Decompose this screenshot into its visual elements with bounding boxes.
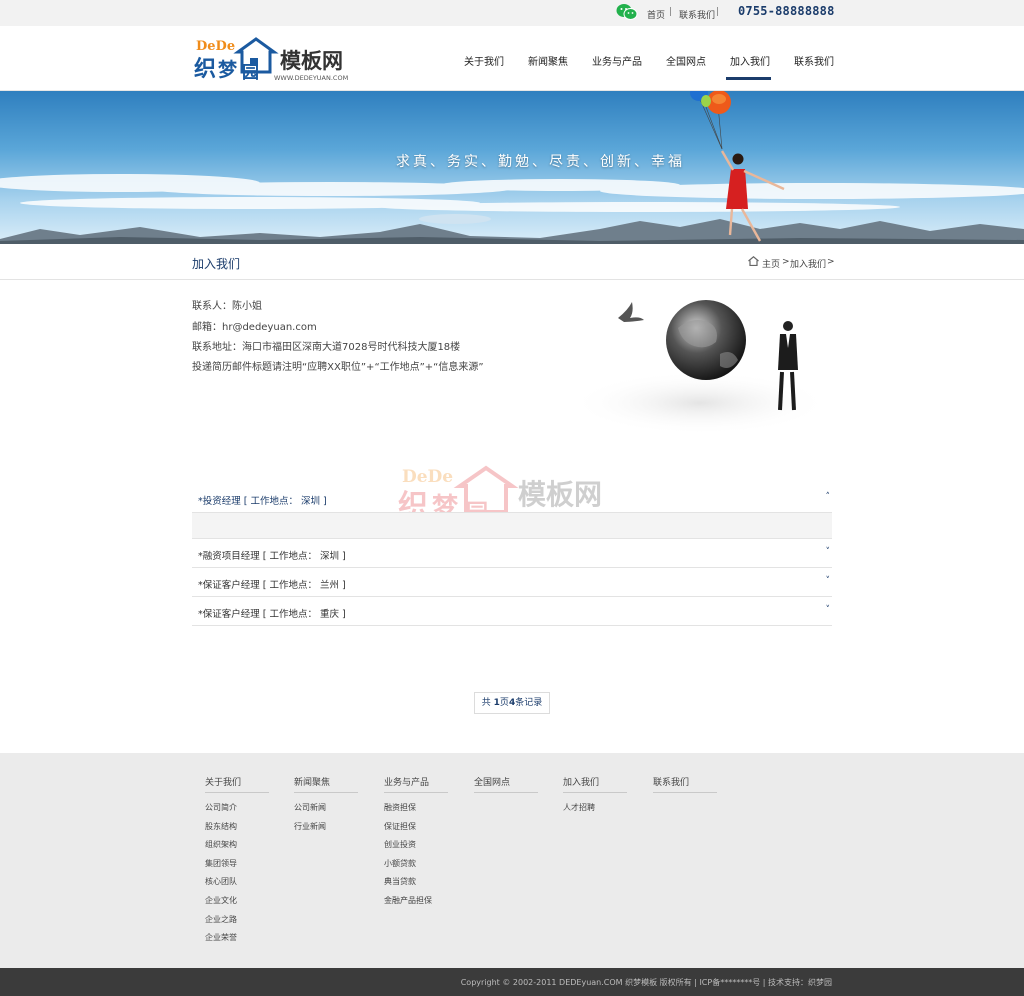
job-title: *保证客户经理 [ 工作地点： 重庆 ] [198,609,346,620]
top-bar: 首页 | 联系我们 | 0755-88888888 [0,0,1024,26]
footer-heading[interactable]: 联系我们 [653,775,717,793]
pagination-summary: 共 1页4条记录 [474,692,550,714]
chevron-up-icon[interactable]: ˄ [826,492,831,502]
footer-column-news: 新闻聚焦 公司新闻 行业新闻 [294,775,358,838]
wechat-icon[interactable] [616,3,638,21]
banner-slogan: 求真、务实、勤勉、尽责、创新、幸福 [396,154,685,170]
job-title: *投资经理 [ 工作地点： 深圳 ] [198,496,327,507]
top-separator: | [716,7,720,17]
page-title: 加入我们 [192,257,241,271]
footer-heading[interactable]: 新闻聚焦 [294,775,358,793]
top-link-contact[interactable]: 联系我们 [679,8,715,21]
svg-text:梦: 梦 [218,58,238,81]
nav-join[interactable]: 加入我们 [730,53,770,68]
footer-link[interactable]: 创业投资 [384,838,448,857]
hero-banner: 求真、务实、勤勉、尽责、创新、幸福 [0,91,1024,244]
footer-link[interactable]: 行业新闻 [294,820,358,839]
site-logo[interactable]: DeDe 织 梦 园 模板网 WWW.DEDEYUAN.COM [194,36,364,82]
contact-address: 联系地址：海口市福田区深南大道7028号时代科技大厦18楼 [192,342,461,353]
footer-link[interactable]: 股东结构 [205,820,269,839]
copyright-text: Copyright © 2002-2011 DEDEyuan.COM 织梦模板 … [460,978,832,987]
footer-link[interactable]: 典当贷款 [384,875,448,894]
footer-heading[interactable]: 全国网点 [474,775,538,793]
job-item[interactable]: *保证客户经理 [ 工作地点： 重庆 ] ˅ [192,597,832,626]
chevron-down-icon[interactable]: ˅ [826,547,831,557]
footer-link[interactable]: 融资担保 [384,801,448,820]
job-item[interactable]: *投资经理 [ 工作地点： 深圳 ] ˄ [192,484,832,513]
footer-link[interactable]: 小额贷款 [384,857,448,876]
footer-column-business: 业务与产品 融资担保 保证担保 创业投资 小额贷款 典当贷款 金融产品担保 [384,775,448,913]
page-title-bar: 加入我们 主页 > 加入我们 > [0,244,1024,280]
site-footer: 关于我们 公司简介 股东结构 组织架构 集团领导 核心团队 企业文化 企业之路 … [0,753,1024,968]
copyright-bar: Copyright © 2002-2011 DEDEyuan.COM 织梦模板 … [0,968,1024,996]
footer-link[interactable]: 集团领导 [205,857,269,876]
job-title: *保证客户经理 [ 工作地点： 兰州 ] [198,580,346,591]
footer-link[interactable]: 金融产品担保 [384,894,448,913]
resume-note: 投递简历邮件标题请注明“应聘XX职位”+“工作地点”+“信息来源” [192,362,484,373]
footer-heading[interactable]: 业务与产品 [384,775,448,793]
breadcrumb-separator: > [782,257,790,267]
svg-text:DeDe: DeDe [196,39,235,54]
nav-contact[interactable]: 联系我们 [794,53,834,68]
nav-business[interactable]: 业务与产品 [592,53,642,68]
globe-businessman-illustration [570,300,830,435]
footer-link[interactable]: 企业文化 [205,894,269,913]
job-title: *融资项目经理 [ 工作地点： 深圳 ] [198,551,346,562]
job-detail-panel [192,513,832,539]
footer-link[interactable]: 企业荣誉 [205,931,269,950]
breadcrumb-separator: > [827,257,835,267]
footer-column-network: 全国网点 [474,775,538,793]
breadcrumb-home[interactable]: 主页 [762,257,780,270]
svg-text:模板网: 模板网 [280,49,343,73]
hotline-phone: 0755-88888888 [738,4,835,18]
svg-text:WWW.DEDEYUAN.COM: WWW.DEDEYUAN.COM [274,74,348,82]
footer-link[interactable]: 公司新闻 [294,801,358,820]
chevron-down-icon[interactable]: ˅ [826,576,831,586]
nav-news[interactable]: 新闻聚焦 [528,53,568,68]
footer-column-about: 关于我们 公司简介 股东结构 组织架构 集团领导 核心团队 企业文化 企业之路 … [205,775,269,950]
nav-network[interactable]: 全国网点 [666,53,706,68]
footer-heading[interactable]: 加入我们 [563,775,627,793]
chevron-down-icon[interactable]: ˅ [826,605,831,615]
svg-text:织: 织 [194,56,216,82]
footer-link[interactable]: 企业之路 [205,913,269,932]
pager-suffix: 条记录 [515,698,543,708]
footer-link[interactable]: 人才招聘 [563,801,627,820]
footer-link[interactable]: 组织架构 [205,838,269,857]
footer-link[interactable]: 核心团队 [205,875,269,894]
job-list: *投资经理 [ 工作地点： 深圳 ] ˄ *融资项目经理 [ 工作地点： 深圳 … [192,484,832,626]
footer-column-contact: 联系我们 [653,775,717,793]
contact-person: 联系人：陈小姐 [192,301,262,312]
pager-page-unit: 页 [499,698,509,708]
contact-email: 邮箱：hr@dedeyuan.com [192,322,317,333]
site-header: DeDe 织 梦 园 模板网 WWW.DEDEYUAN.COM 关于我们 新闻聚… [0,26,1024,91]
footer-heading[interactable]: 关于我们 [205,775,269,793]
top-separator: | [669,7,673,17]
pager-prefix: 共 [481,698,494,708]
footer-column-join: 加入我们 人才招聘 [563,775,627,820]
job-item[interactable]: *融资项目经理 [ 工作地点： 深圳 ] ˅ [192,539,832,568]
footer-link[interactable]: 公司简介 [205,801,269,820]
svg-text:园: 园 [242,63,259,82]
nav-active-indicator [726,77,771,80]
home-icon [748,256,759,266]
footer-link[interactable]: 保证担保 [384,820,448,839]
nav-about[interactable]: 关于我们 [464,53,504,68]
breadcrumb-current[interactable]: 加入我们 [790,257,826,270]
top-link-home[interactable]: 首页 [647,8,665,21]
job-item[interactable]: *保证客户经理 [ 工作地点： 兰州 ] ˅ [192,568,832,597]
